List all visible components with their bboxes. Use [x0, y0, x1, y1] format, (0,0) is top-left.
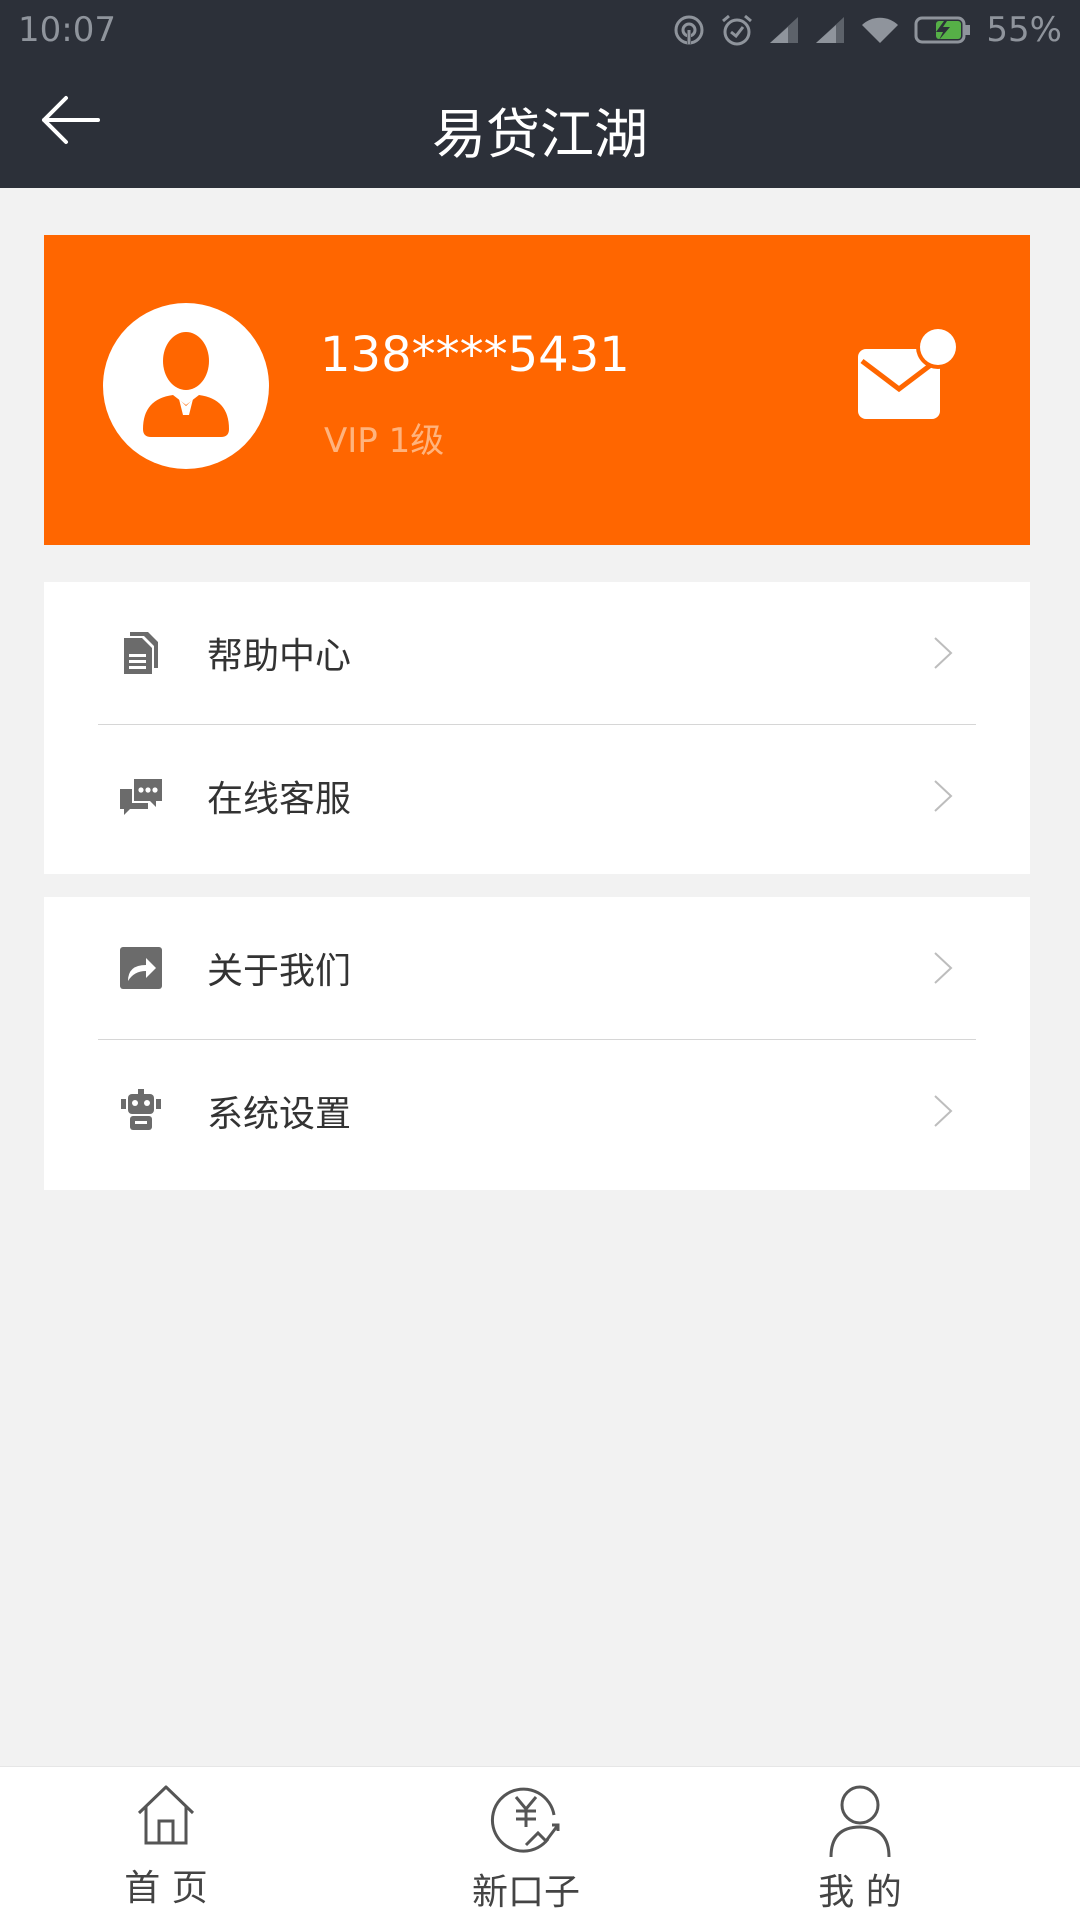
- menu-group-app: 关于我们 系统设置: [44, 897, 1030, 1190]
- menu-item-label: 在线客服: [207, 779, 352, 820]
- battery-icon: [914, 15, 972, 45]
- battery-percent: 55%: [986, 10, 1062, 50]
- yuan-icon: [490, 1787, 560, 1853]
- profile-card: 138****5431 VIP 1级: [44, 235, 1030, 545]
- wifi-icon: [860, 15, 900, 45]
- menu-item-system-settings[interactable]: 系统设置: [44, 1040, 1030, 1182]
- signal-icon-1: [768, 15, 800, 45]
- chevron-right-icon: [934, 780, 953, 812]
- message-button[interactable]: [854, 325, 962, 423]
- user-icon: [829, 1785, 891, 1858]
- avatar[interactable]: [103, 303, 269, 469]
- chevron-right-icon: [934, 637, 953, 669]
- user-phone: 138****5431: [320, 327, 630, 383]
- status-icons: 55%: [672, 10, 1062, 50]
- menu-item-about-us[interactable]: 关于我们: [44, 897, 1030, 1039]
- tab-label: 我 的: [818, 1872, 902, 1913]
- bottom-nav: 首 页 新口子 我 的: [0, 1766, 1080, 1920]
- chevron-right-icon: [934, 1095, 953, 1127]
- home-icon: [137, 1785, 195, 1845]
- page-title: 易贷江湖: [432, 103, 648, 166]
- menu-group-support: 帮助中心 在线客服: [44, 582, 1030, 874]
- menu-item-label: 关于我们: [207, 951, 352, 992]
- mail-icon: [858, 325, 960, 419]
- status-bar: 10:07 55%: [0, 0, 1080, 64]
- menu-item-label: 帮助中心: [207, 636, 352, 677]
- signal-icon-2: [814, 15, 846, 45]
- vip-level: VIP 1级: [324, 421, 445, 461]
- top-bar: 10:07 55% 易贷江湖: [0, 0, 1080, 188]
- chevron-right-icon: [934, 952, 953, 984]
- menu-item-help-center[interactable]: 帮助中心: [44, 582, 1030, 724]
- tab-new-loans[interactable]: 新口子: [406, 1767, 646, 1920]
- robot-icon: [121, 1089, 161, 1130]
- status-time: 10:07: [18, 10, 116, 50]
- hotspot-icon: [672, 13, 706, 47]
- chat-icon: [120, 779, 162, 815]
- tab-mine[interactable]: 我 的: [740, 1767, 980, 1920]
- share-icon: [120, 947, 162, 989]
- page: 10:07 55% 易贷江湖 138****5431 VIP 1级 帮助中心 在…: [0, 0, 1080, 1920]
- tab-home[interactable]: 首 页: [46, 1767, 286, 1920]
- document-icon: [124, 632, 158, 674]
- menu-item-label: 系统设置: [207, 1094, 352, 1135]
- user-avatar-icon: [143, 332, 229, 437]
- tab-label: 首 页: [124, 1868, 208, 1909]
- menu-item-online-service[interactable]: 在线客服: [44, 725, 1030, 867]
- tab-label: 新口子: [471, 1872, 580, 1913]
- alarm-icon: [720, 13, 754, 47]
